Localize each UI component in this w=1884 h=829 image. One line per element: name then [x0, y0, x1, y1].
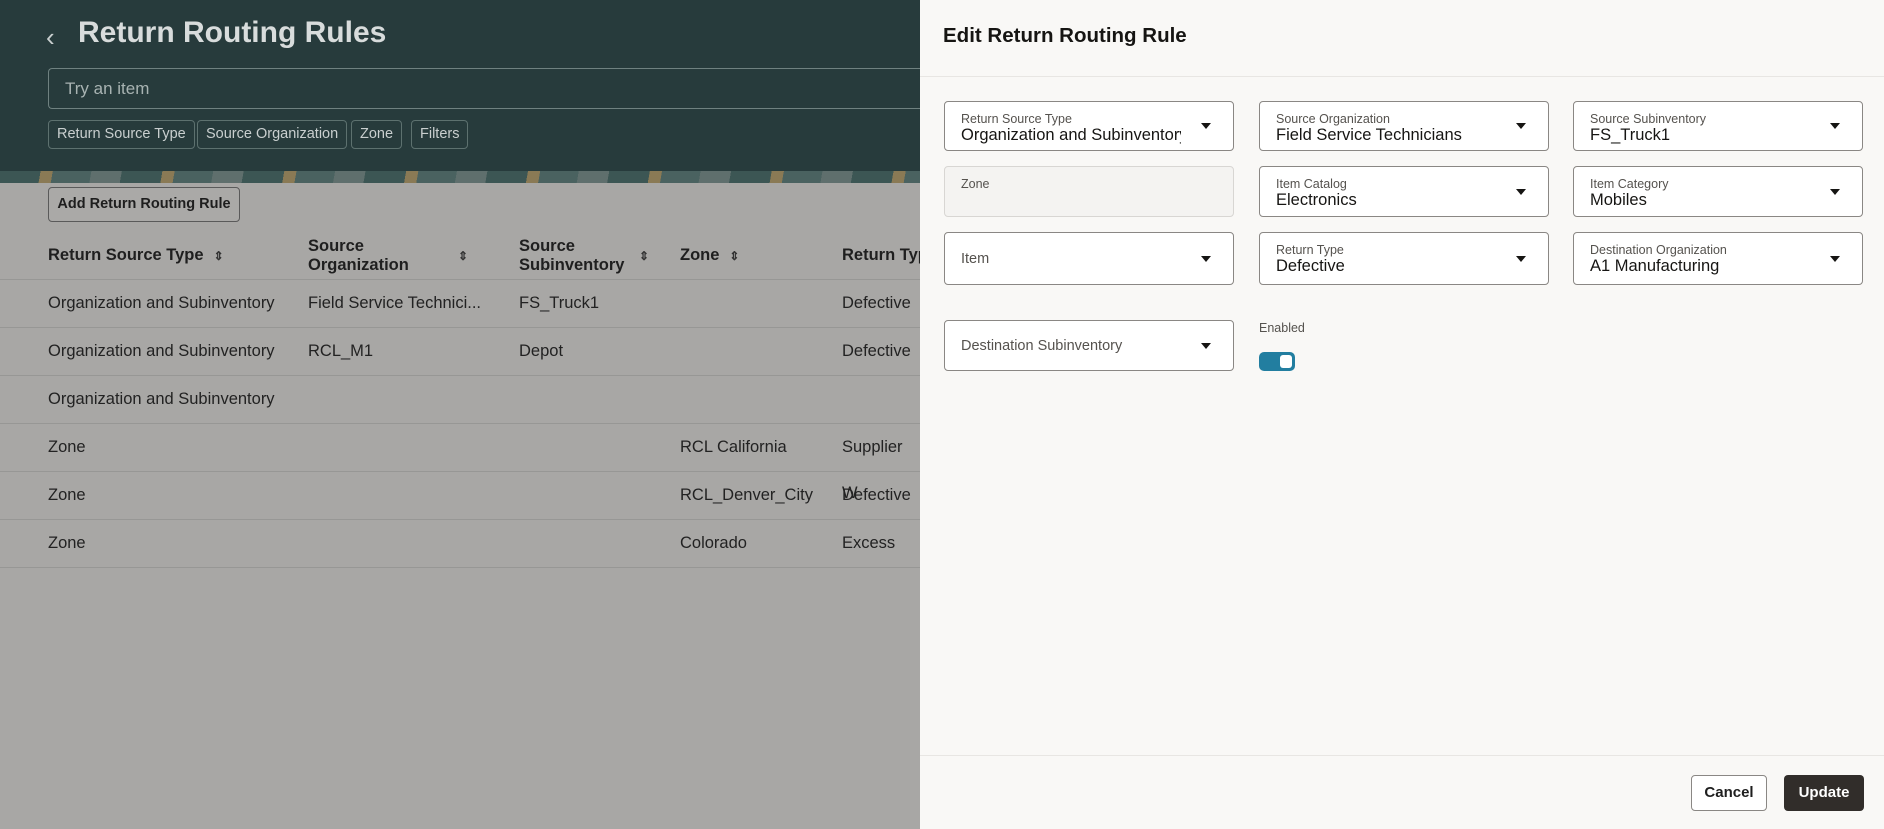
- item-select[interactable]: Item: [944, 232, 1234, 285]
- table-row[interactable]: Zone RCL California Supplier W: [0, 423, 920, 502]
- field-value: Mobiles: [1590, 191, 1647, 209]
- table-cell: RCL_Denver_City: [680, 486, 813, 504]
- column-label: Source Organization: [308, 236, 409, 274]
- sort-icon[interactable]: ⇕: [729, 249, 739, 263]
- chevron-down-icon[interactable]: [1516, 188, 1526, 195]
- divider: [0, 567, 920, 568]
- table-cell: RCL California: [680, 438, 787, 456]
- column-label: Return Source Type: [48, 246, 204, 264]
- source-organization-select[interactable]: Source Organization Field Service Technic…: [1259, 101, 1549, 151]
- field-label: Return Source Type: [961, 112, 1072, 126]
- cancel-button[interactable]: Cancel: [1691, 775, 1767, 811]
- destination-subinventory-select[interactable]: Destination Subinventory: [944, 320, 1234, 371]
- enabled-toggle[interactable]: [1259, 352, 1295, 371]
- add-return-routing-rule-button[interactable]: Add Return Routing Rule: [48, 187, 240, 222]
- return-source-type-select[interactable]: Return Source Type Organization and Subin…: [944, 101, 1234, 151]
- field-value: A1 Manufacturing: [1590, 257, 1720, 275]
- column-header-zone[interactable]: Zone ⇕: [680, 232, 739, 279]
- chevron-down-icon[interactable]: [1201, 342, 1211, 349]
- field-value: Field Service Technicians: [1276, 126, 1462, 144]
- field-value: Defective: [1276, 257, 1345, 275]
- toggle-knob: [1280, 355, 1292, 368]
- chevron-down-icon[interactable]: [1201, 255, 1211, 262]
- table-row[interactable]: Organization and Subinventory Field Servi…: [0, 279, 920, 327]
- sort-icon[interactable]: ⇕: [214, 249, 224, 263]
- field-value: Organization and Subinventory: [961, 126, 1181, 144]
- field-label: Return Type: [1276, 243, 1344, 257]
- field-label: Item Category: [1590, 177, 1669, 191]
- item-category-select[interactable]: Item Category Mobiles: [1573, 166, 1863, 217]
- table-cell: Defective: [842, 486, 911, 504]
- field-label: Item Catalog: [1276, 177, 1347, 191]
- table-cell: FS_Truck1: [519, 294, 600, 312]
- chevron-down-icon[interactable]: [1830, 188, 1840, 195]
- table-cell: Depot: [519, 342, 564, 360]
- filter-chip-zone[interactable]: Zone: [351, 120, 403, 149]
- table-row[interactable]: Zone Colorado Excess: [0, 519, 920, 567]
- page-title: Return Routing Rules: [78, 16, 387, 49]
- table-cell: Defective: [842, 342, 911, 360]
- filter-chip-source-organization[interactable]: Source Organization: [197, 120, 348, 149]
- chevron-down-icon[interactable]: [1830, 123, 1840, 129]
- zone-select: Zone: [944, 166, 1234, 217]
- chevron-down-icon[interactable]: [1516, 255, 1526, 262]
- column-header-source-subinventory[interactable]: Source Subinventory ⇕: [519, 232, 649, 279]
- table-row[interactable]: Zone RCL_Denver_City Defective: [0, 471, 920, 519]
- chevron-down-icon[interactable]: [1516, 123, 1526, 129]
- update-button[interactable]: Update: [1784, 775, 1864, 811]
- field-value: Electronics: [1276, 191, 1357, 209]
- chevron-down-icon[interactable]: [1830, 255, 1840, 262]
- table-cell: Zone: [48, 438, 86, 456]
- table-cell: Organization and Subinventory: [48, 294, 275, 312]
- chevron-down-icon[interactable]: [1201, 123, 1211, 129]
- table-cell: Field Service Technici...: [308, 294, 482, 312]
- divider: [920, 76, 1884, 77]
- edit-drawer: Edit Return Routing Rule Return Source T…: [920, 0, 1884, 829]
- column-header-return-source-type[interactable]: Return Source Type ⇕: [48, 232, 224, 279]
- search-input[interactable]: Try an item: [48, 68, 920, 109]
- field-value: FS_Truck1: [1590, 126, 1671, 144]
- field-label: Item: [961, 250, 990, 267]
- sort-icon[interactable]: ⇕: [458, 249, 468, 263]
- table-cell: Excess: [842, 534, 896, 552]
- field-label: Source Organization: [1276, 112, 1390, 126]
- table-row[interactable]: Organization and Subinventory RCL_M1 Depot…: [0, 327, 920, 375]
- decorative-banner: [0, 171, 920, 183]
- column-label: Return Typ: [842, 246, 928, 264]
- column-header-source-organization[interactable]: Source Organization ⇕: [308, 232, 488, 279]
- sort-icon[interactable]: ⇕: [639, 249, 649, 263]
- table-cell: RCL_M1: [308, 342, 374, 360]
- enabled-label: Enabled: [1259, 321, 1305, 335]
- table-cell: Zone: [48, 534, 86, 552]
- item-catalog-select[interactable]: Item Catalog Electronics: [1259, 166, 1549, 217]
- drawer-title: Edit Return Routing Rule: [943, 24, 1187, 47]
- back-chevron-icon[interactable]: ‹: [46, 22, 55, 53]
- table-cell: Organization and Subinventory: [48, 342, 275, 360]
- field-label: Destination Organization: [1590, 243, 1727, 257]
- table-cell: Organization and Subinventory: [48, 390, 275, 408]
- field-label: Destination Subinventory: [961, 337, 1123, 354]
- destination-organization-select[interactable]: Destination Organization A1 Manufacturing: [1573, 232, 1863, 285]
- filter-chip-filters[interactable]: Filters: [411, 120, 469, 149]
- column-label: Source Subinventory: [519, 236, 625, 274]
- field-label: Zone: [961, 177, 990, 191]
- column-label: Zone: [680, 246, 720, 264]
- field-label: Source Subinventory: [1590, 112, 1707, 126]
- column-header-return-type[interactable]: Return Typ: [842, 232, 928, 279]
- source-subinventory-select[interactable]: Source Subinventory FS_Truck1: [1573, 101, 1863, 151]
- divider: [920, 755, 1884, 756]
- table-cell: Zone: [48, 486, 86, 504]
- table-cell: Colorado: [680, 534, 747, 552]
- table-cell: Defective: [842, 294, 911, 312]
- table-row[interactable]: Organization and Subinventory: [0, 375, 920, 423]
- filter-chip-return-source-type[interactable]: Return Source Type: [48, 120, 195, 149]
- return-type-select[interactable]: Return Type Defective: [1259, 232, 1549, 285]
